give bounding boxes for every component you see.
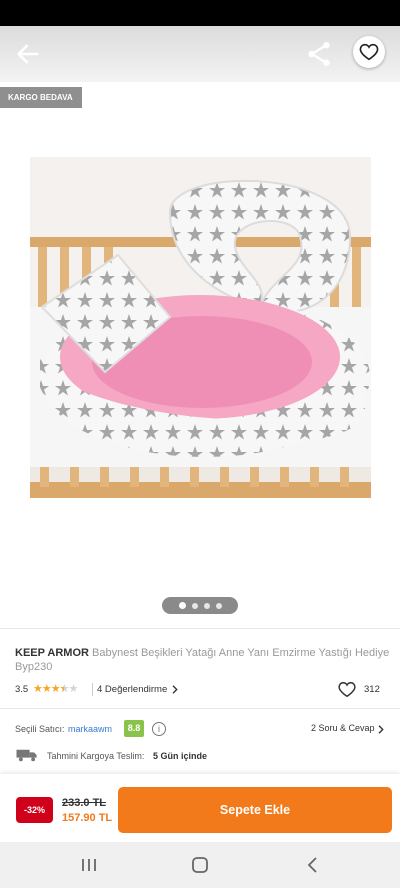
seller-label: Seçili Satıcı:: [15, 724, 65, 734]
status-bar: [0, 0, 400, 26]
home-icon[interactable]: [190, 855, 210, 875]
rating-stars-icon: ★★★★★★: [33, 683, 78, 695]
favorite-button[interactable]: [353, 36, 385, 68]
gallery-dot[interactable]: [178, 602, 186, 609]
info-icon[interactable]: i: [152, 722, 166, 736]
rating-row: 3.5 ★★★★★★ 4 Değerlendirme 312: [15, 681, 385, 698]
rating-value: 3.5: [15, 684, 29, 695]
purchase-bar: -32% 233.0 TL 157.90 TL Sepete Ekle: [0, 774, 400, 842]
seller-score-badge: 8.8: [124, 720, 144, 737]
shipping-row: Tahmini Kargoya Teslim: 5 Gün içinde: [15, 748, 385, 764]
divider: [0, 708, 400, 709]
separator: [92, 683, 93, 696]
product-photo: [30, 157, 371, 498]
qa-link[interactable]: 2 Soru & Cevap: [311, 723, 375, 733]
gallery-dot[interactable]: [215, 602, 222, 609]
top-bar: [0, 26, 400, 82]
free-shipping-badge: KARGO BEDAVA: [0, 87, 82, 108]
seller-link[interactable]: markaawm: [68, 724, 112, 734]
favorite-count: 312: [364, 684, 380, 695]
add-to-cart-button[interactable]: Sepete Ekle: [118, 787, 392, 833]
share-icon[interactable]: [304, 39, 334, 69]
product-title: KEEP ARMOR Babynest Beşikleri Yatağı Ann…: [15, 646, 390, 674]
chevron-right-icon[interactable]: [377, 725, 384, 734]
heart-outline-icon: [359, 43, 379, 61]
shipping-label: Tahmini Kargoya Teslim:: [47, 751, 145, 761]
android-nav-bar: [0, 842, 400, 888]
recent-apps-icon[interactable]: [80, 856, 98, 874]
heart-outline-icon[interactable]: [338, 681, 356, 698]
product-image[interactable]: [30, 157, 371, 498]
new-price: 157.90 TL: [62, 812, 113, 824]
divider: [0, 628, 400, 629]
gallery-dot[interactable]: [203, 602, 210, 609]
reviews-link[interactable]: 4 Değerlendirme: [97, 684, 167, 695]
chevron-right-icon[interactable]: [171, 685, 178, 694]
shipping-value: 5 Gün içinde: [153, 751, 208, 761]
product-brand[interactable]: KEEP ARMOR: [15, 647, 89, 659]
gallery-pagination[interactable]: [162, 597, 238, 614]
truck-icon: [16, 749, 37, 762]
nav-back-icon[interactable]: [305, 856, 319, 874]
discount-badge: -32%: [16, 797, 53, 823]
old-price: 233.0 TL: [62, 797, 107, 809]
arrow-left-icon[interactable]: [14, 40, 42, 68]
gallery-dot[interactable]: [191, 602, 198, 609]
seller-row: Seçili Satıcı: markaawm 8.8 i 2 Soru & C…: [15, 720, 385, 738]
